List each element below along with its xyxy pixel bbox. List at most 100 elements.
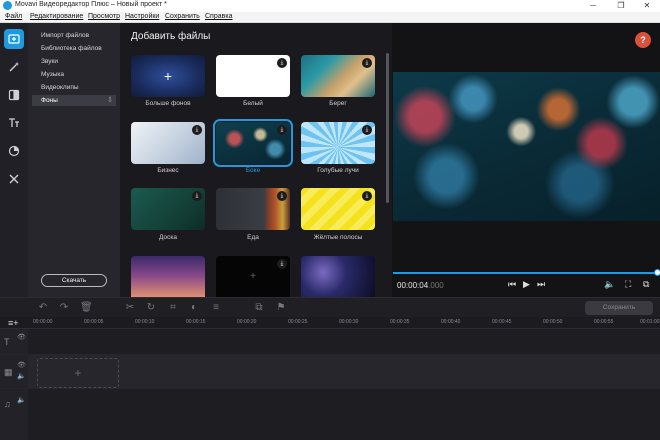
mute-icon[interactable]: 🔈: [17, 396, 26, 404]
redo-icon[interactable]: ↷: [58, 302, 70, 314]
volume-icon[interactable]: 🔈: [604, 279, 615, 290]
download-icon[interactable]: ⤓: [362, 58, 372, 68]
category-video-clips[interactable]: Видеоклипы: [32, 82, 116, 93]
cut-icon[interactable]: ✂: [124, 302, 136, 314]
video-track-header: ▦ 👁 🔈: [0, 355, 28, 389]
tile-black[interactable]: ⤓ +: [216, 256, 290, 297]
download-icon[interactable]: ⤓: [277, 58, 287, 68]
tile-business[interactable]: ⤓: [131, 122, 205, 164]
tile-shore[interactable]: ⤓: [301, 55, 375, 97]
category-music[interactable]: Музыка: [32, 69, 116, 80]
video-track-icon: ▦: [4, 367, 13, 377]
title-track[interactable]: [28, 329, 660, 355]
tile-label: Бизнес: [157, 167, 179, 174]
audio-track[interactable]: [28, 389, 660, 440]
magic-wand-icon[interactable]: [4, 57, 24, 77]
playhead-handle[interactable]: [654, 269, 660, 276]
tick-label: 00:00:05: [84, 319, 104, 325]
timeline-toolbar: ↶ ↷ 🗑 ✂ ↻ ⌗ ◐ ≡ ⧉ ⚑ Сохранить: [0, 297, 660, 317]
minimize-button[interactable]: ─: [582, 0, 604, 12]
tile-more-backgrounds[interactable]: +: [131, 55, 205, 97]
previous-frame-icon[interactable]: ⏮: [508, 279, 516, 290]
download-icon[interactable]: ⤓: [277, 125, 287, 135]
tile-board[interactable]: ⤓: [131, 188, 205, 230]
playback-progress[interactable]: [393, 272, 658, 274]
menu-settings[interactable]: Настройки: [125, 13, 159, 20]
import-icon[interactable]: [4, 29, 24, 49]
tile-label: Белый: [243, 100, 263, 107]
tile-space[interactable]: [301, 256, 375, 297]
settings-icon[interactable]: ≡: [210, 302, 222, 314]
tile-label: Доска: [159, 234, 177, 241]
plus-icon: +: [250, 271, 256, 282]
undo-icon[interactable]: ↶: [37, 302, 49, 314]
tick-label: 00:00:20: [237, 319, 257, 325]
rotate-icon[interactable]: ↻: [145, 302, 157, 314]
timeline-ruler[interactable]: ≡+ 00:00:00 00:00:05 00:00:10 00:00:15 0…: [0, 317, 660, 329]
video-track[interactable]: [28, 355, 660, 389]
titles-icon[interactable]: [4, 113, 24, 133]
tools-icon[interactable]: [4, 169, 24, 189]
help-button[interactable]: ?: [635, 32, 651, 48]
category-import-files[interactable]: Импорт файлов: [32, 30, 116, 41]
save-button[interactable]: Сохранить: [585, 301, 653, 315]
timecode: 00:00:04.000: [397, 281, 444, 290]
download-button[interactable]: Скачать: [41, 274, 107, 287]
transitions-icon[interactable]: [4, 85, 24, 105]
menu-save[interactable]: Сохранить: [165, 13, 200, 20]
color-adjust-icon[interactable]: ◐: [188, 302, 200, 314]
download-icon[interactable]: ⤓: [192, 191, 202, 201]
app-logo-icon: [3, 1, 12, 10]
download-icon[interactable]: ⤓: [362, 125, 372, 135]
tick-label: 00:00:15: [186, 319, 206, 325]
play-icon[interactable]: ▶: [523, 279, 530, 290]
category-sounds[interactable]: Звуки: [32, 56, 116, 67]
delete-icon[interactable]: 🗑: [80, 302, 93, 314]
download-icon[interactable]: ⤓: [277, 191, 287, 201]
overlay-icon[interactable]: ⧉: [253, 302, 265, 314]
download-icon[interactable]: ⤓: [362, 191, 372, 201]
category-backgrounds-label: Фоны: [41, 97, 58, 104]
visibility-icon[interactable]: 👁: [17, 333, 26, 341]
fullscreen-icon[interactable]: ⛶: [625, 279, 631, 290]
tick-label: 00:00:10: [135, 319, 155, 325]
tile-gradient[interactable]: [131, 256, 205, 297]
tile-food[interactable]: ⤓: [216, 188, 290, 230]
download-icon[interactable]: ⤓: [192, 125, 202, 135]
close-window-button[interactable]: ✕: [636, 0, 658, 12]
tile-label: Берег: [329, 100, 347, 107]
add-track-icon[interactable]: ≡+: [8, 318, 19, 328]
maximize-button[interactable]: ❐: [610, 0, 632, 12]
backgrounds-content: Добавить файлы + Больше фонов ⤓ Белый ⤓ …: [120, 23, 392, 297]
timecode-value: 00:00:04: [397, 281, 429, 290]
category-backgrounds[interactable]: Фоны ⇩: [32, 95, 116, 106]
menu-view[interactable]: Просмотр: [88, 13, 120, 20]
preview-panel: ? 00:00:04.000 ⏮ ▶ ⏭ 🔈 ⛶ ⧉: [392, 23, 660, 297]
title-track-header: T 👁: [0, 329, 28, 355]
menu-file[interactable]: Файл: [5, 13, 22, 20]
category-file-library[interactable]: Библиотека файлов: [32, 43, 116, 54]
tile-blue-rays[interactable]: ⤓: [301, 122, 375, 164]
menu-help[interactable]: Справка: [205, 13, 232, 20]
content-scrollbar[interactable]: [386, 53, 389, 203]
visibility-icon[interactable]: 👁: [17, 361, 26, 369]
crop-icon[interactable]: ⌗: [167, 302, 179, 314]
tick-label: 00:00:45: [492, 319, 512, 325]
detach-player-icon[interactable]: ⧉: [643, 279, 649, 290]
mute-icon[interactable]: 🔈: [17, 372, 26, 380]
menu-edit[interactable]: Редактирование: [30, 13, 83, 20]
add-media-dropzone[interactable]: +: [37, 358, 119, 388]
tick-label: 00:00:35: [390, 319, 410, 325]
audio-track-header: ♫ 🔈: [0, 389, 28, 440]
marker-icon[interactable]: ⚑: [275, 302, 287, 314]
window-title: Movavi Видеоредактор Плюс – Новый проект…: [15, 1, 167, 8]
stickers-icon[interactable]: [4, 141, 24, 161]
title-track-icon: T: [4, 337, 10, 347]
timecode-ms: .000: [428, 281, 444, 290]
content-title: Добавить файлы: [131, 31, 211, 42]
next-frame-icon[interactable]: ⏭: [537, 279, 545, 290]
tile-bokeh[interactable]: ⤓: [213, 119, 293, 167]
tick-label: 00:00:30: [339, 319, 359, 325]
tile-yellow-stripes[interactable]: ⤓: [301, 188, 375, 230]
tile-white[interactable]: ⤓: [216, 55, 290, 97]
